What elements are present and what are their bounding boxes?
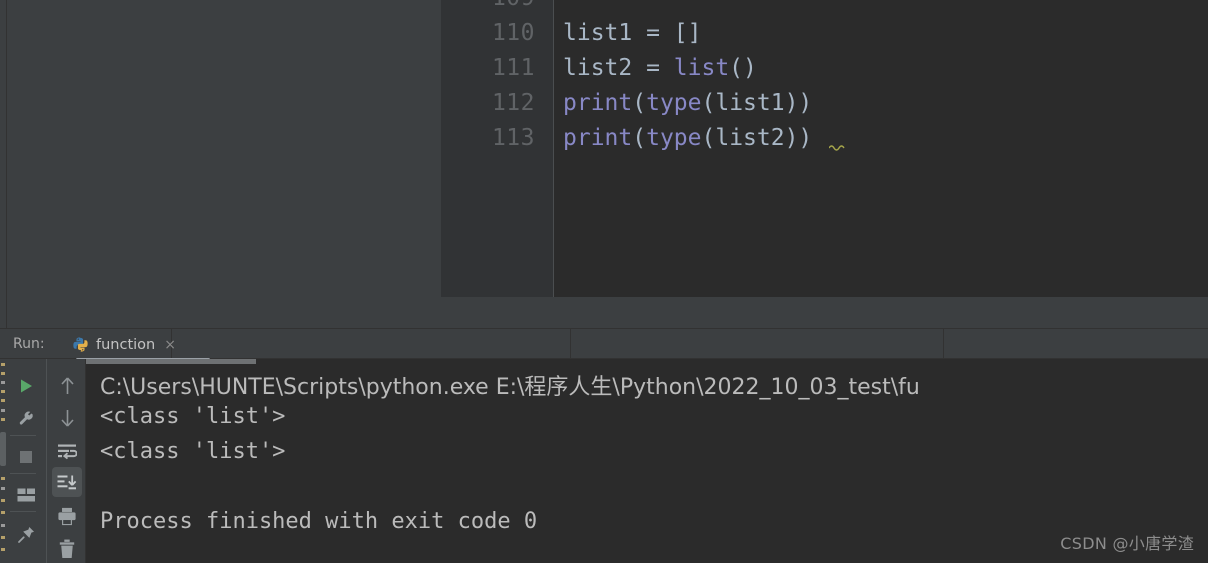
pycharm-window: 109 110 111 112 113 list1 = [] list2 = l… [0,0,1208,563]
code-line: list2 = list() [563,51,812,86]
code-token-builtin: print [563,125,633,151]
wrench-icon [19,411,33,425]
strip-marker [1,390,5,393]
code-editor[interactable]: 109 110 111 112 113 list1 = [] list2 = l… [441,0,1208,297]
run-tab-function[interactable]: function × [64,329,182,360]
code-token-builtin: type [646,125,702,151]
layout-button[interactable] [12,481,40,509]
tabbar-divider [943,329,944,360]
strip-marker [1,487,5,490]
code-text-area[interactable]: list1 = [] list2 = list() print(type(lis… [554,0,1208,297]
code-token-builtin: print [563,90,633,116]
code-token: list1 = [] [563,20,702,46]
strip-marker [1,399,5,402]
editor-bottom-band [441,297,1208,328]
toolbar-separator [10,473,36,474]
code-token: (list1)) [701,90,813,116]
strip-marker [1,548,5,551]
strip-marker [1,477,5,480]
python-icon [73,337,88,352]
code-line: list1 = [] [563,16,812,51]
strip-marker [1,499,5,502]
code-token: ( [632,90,647,116]
toolbar-separator [10,511,36,512]
strip-marker [1,372,5,375]
console-horizontal-scrollbar[interactable] [86,359,256,364]
line-number: 109 [492,0,535,16]
run-button[interactable] [12,372,40,400]
code-token-builtin: list [673,55,730,81]
stop-icon [20,451,32,463]
code-token: list2 = [563,55,674,81]
tabbar-divider [570,329,571,360]
strip-marker [1,363,5,366]
line-number: 110 [491,20,535,46]
play-icon [21,379,32,393]
line-number: 112 [491,90,535,116]
print-button[interactable] [53,502,81,530]
code-line: print(type(list1)) [563,86,812,121]
console-line: C:\Users\HUNTE\Scripts\python.exe E:\程序人… [100,375,920,400]
console-line: <class 'list'> [100,439,286,464]
print-icon [58,507,76,525]
wrench-button[interactable] [12,405,40,433]
layout-icon [17,488,35,502]
arrow-down-icon [60,410,74,427]
strip-marker [1,418,5,421]
code-token: (list2)) [701,125,813,151]
left-panel-divider [6,0,7,328]
csdn-watermark: CSDN @小唐学渣 [1060,534,1194,553]
strip-marker [1,409,5,412]
line-number-gutter[interactable]: 109 110 111 112 113 [441,0,553,297]
scroll-to-end-button[interactable] [52,467,82,497]
strip-marker [1,536,5,539]
down-arrow-button[interactable] [53,404,81,432]
console-line: Process finished with exit code 0 [100,509,538,534]
soft-wrap-icon [58,444,77,459]
close-icon[interactable]: × [164,338,176,352]
code-token: () [729,55,757,81]
console-line: <class 'list'> [100,404,286,429]
run-tab-label: function [96,336,156,353]
pin-button[interactable] [12,520,40,548]
line-number-list: 109 110 111 112 113 [492,0,535,156]
line-number: 113 [491,125,535,151]
line-number: 111 [491,55,535,81]
run-window-label: Run: [13,336,45,352]
run-tabbar: Run: function × [0,328,1208,361]
trash-button[interactable] [53,535,81,563]
run-tool-window: Run: function × C:\Users\HUNTE\Scripts\p… [0,328,1208,563]
left-empty-panel [0,0,441,328]
arrow-up-icon [60,377,74,394]
pin-icon [17,526,34,543]
code-line-list: list1 = [] list2 = list() print(type(lis… [563,0,812,156]
strip-marker [1,381,5,384]
strip-marker [1,524,5,527]
trash-icon [59,539,75,558]
strip-marker [1,511,5,514]
scroll-to-end-icon [57,475,77,489]
run-console-output[interactable]: C:\Users\HUNTE\Scripts\python.exe E:\程序人… [86,359,1208,563]
stop-button[interactable] [12,443,40,471]
code-token-builtin: type [646,90,702,116]
editor-region: 109 110 111 112 113 list1 = [] list2 = l… [0,0,1208,328]
warning-squiggle-icon [829,145,845,151]
up-arrow-button[interactable] [53,372,81,400]
code-line: print(type(list2)) [563,121,812,156]
toolbar-separator [10,435,36,436]
soft-wrap-button[interactable] [53,437,81,465]
code-token: ( [632,125,647,151]
